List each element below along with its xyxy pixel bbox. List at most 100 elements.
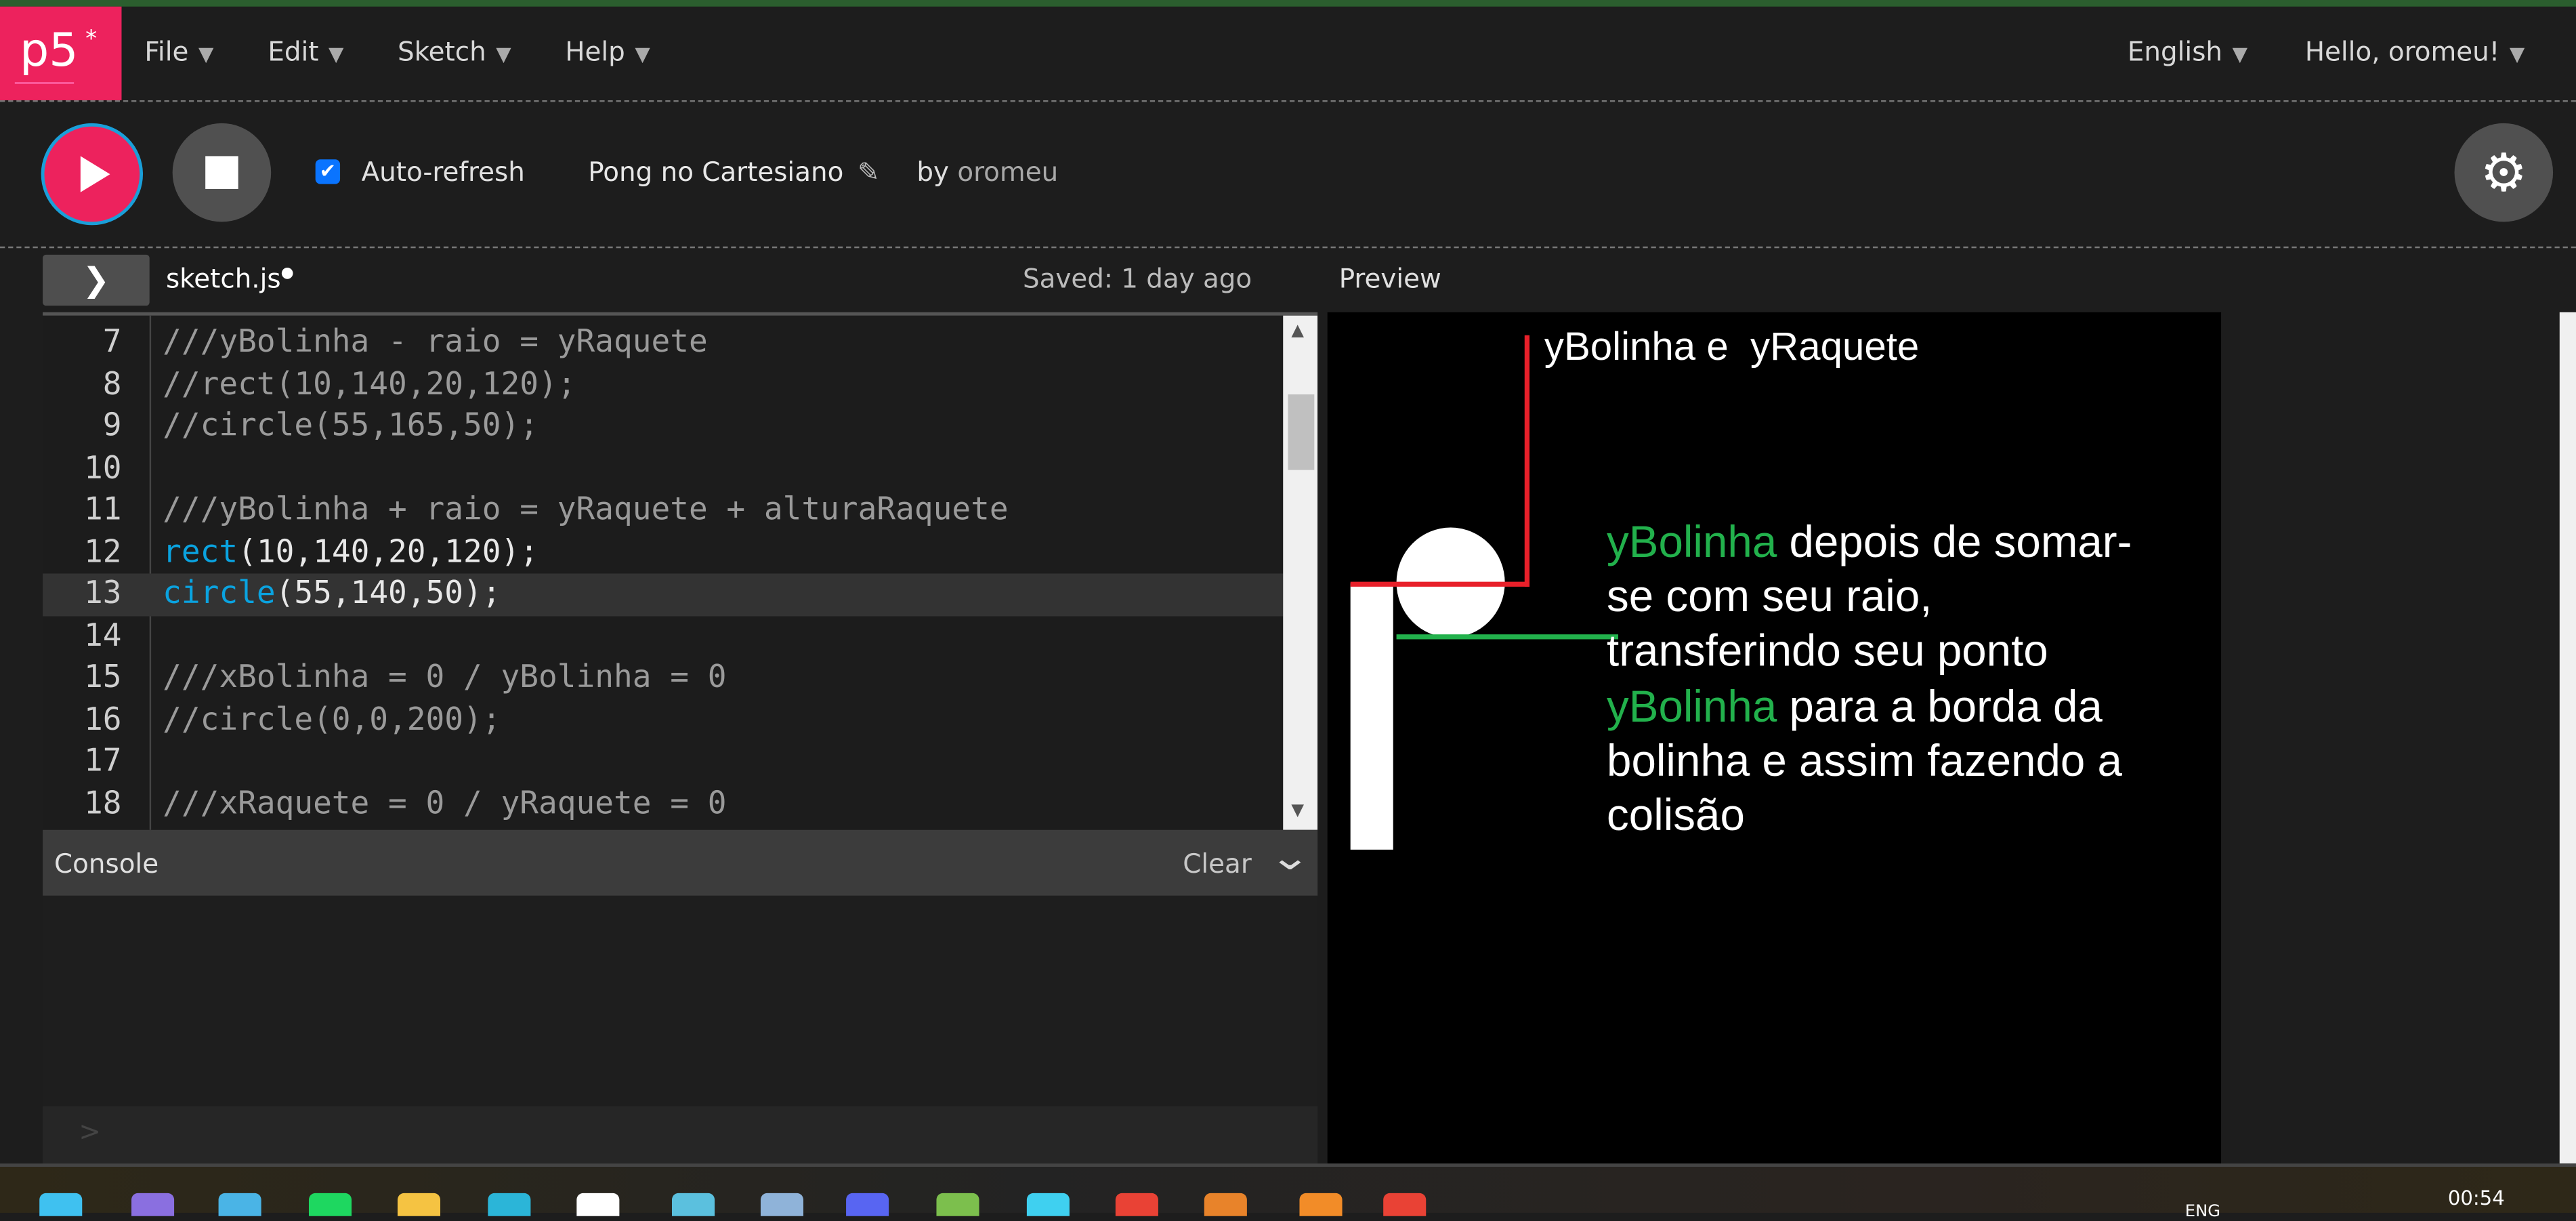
function-keyword: circle — [163, 575, 276, 612]
code-line[interactable]: 10 — [43, 448, 1283, 490]
taskbar-app-icon[interactable] — [308, 1193, 352, 1216]
sketch-title[interactable]: Pong no Cartesiano — [588, 156, 843, 187]
menu-help[interactable]: Help ▼ — [565, 36, 650, 67]
caret-down-icon: ▼ — [635, 43, 650, 66]
taskbar-app-icon[interactable] — [846, 1193, 889, 1216]
code-line[interactable]: 12 rect(10,140,20,120); — [43, 532, 1283, 574]
paragraph-line: yBolinha depois de somar- — [1607, 516, 2132, 571]
green-line — [1396, 634, 1619, 640]
console-prompt: > — [79, 1115, 101, 1147]
editor-scrollbar[interactable]: ▲ ▼ — [1283, 315, 1318, 830]
taskbar-app-icon[interactable] — [1204, 1193, 1247, 1216]
taskbar-app-icon[interactable] — [218, 1193, 261, 1216]
author-link[interactable]: oromeu — [957, 156, 1058, 187]
p5-editor-window: p5 * File ▼ Edit ▼ Sketch ▼ Help ▼ English ▼ H… — [0, 0, 2576, 1221]
code-line[interactable]: 18 ///xRaquete = 0 / yRaquete = 0 — [43, 783, 1283, 825]
taskbar-app-icon[interactable] — [936, 1193, 979, 1216]
clock[interactable]: 00:54 — [2448, 1186, 2505, 1209]
taskbar-app-icon[interactable] — [397, 1193, 441, 1216]
line-number: 14 — [83, 617, 122, 654]
line-number: 8 — [102, 365, 122, 402]
code-text: rect(10,140,20,120); — [163, 532, 539, 574]
taskbar-app-icon[interactable] — [671, 1193, 715, 1216]
taskbar-app-icon[interactable] — [1383, 1193, 1427, 1216]
user-menu[interactable]: Hello, oromeu! ▼ — [2305, 36, 2525, 67]
code-args: (55,140,50); — [275, 575, 501, 612]
scrollbar-thumb[interactable] — [1288, 394, 1315, 470]
menu-edit[interactable]: Edit ▼ — [268, 36, 343, 67]
menu-label: Sketch — [397, 36, 486, 68]
file-tab-sketch-js[interactable]: sketch.js● — [166, 263, 294, 294]
divider — [0, 246, 2576, 249]
play-button[interactable] — [41, 123, 144, 226]
code-line[interactable]: 14 — [43, 615, 1283, 657]
menu-label: File — [144, 36, 189, 68]
code-text: circle(55,140,50); — [163, 573, 501, 615]
paragraph-line: transferindo seu ponto — [1607, 625, 2132, 680]
code-line[interactable]: 9 //circle(55,165,50); — [43, 406, 1283, 448]
taskbar-app-icon[interactable] — [131, 1193, 175, 1216]
line-number: 15 — [83, 659, 122, 695]
paddle-rect — [1350, 583, 1393, 850]
sketch-canvas[interactable]: yBolinha e yRaquete yBolinha depois de s… — [1327, 312, 2222, 1164]
console-input[interactable]: > — [43, 1106, 1318, 1164]
paragraph-line: bolinha e assim fazendo a — [1607, 734, 2132, 789]
taskbar-app-icon[interactable] — [1026, 1193, 1070, 1216]
text-segment: se com seu raio, — [1607, 572, 1933, 622]
console-title: Console — [54, 848, 159, 879]
taskbar-app-icon[interactable] — [39, 1193, 83, 1216]
code-editor[interactable]: 7 ///yBolinha - raio = yRaquete 8 //rect(10… — [43, 312, 1318, 830]
windows-taskbar: 00:54 ENG — [0, 1163, 2576, 1221]
taskbar-app-icon[interactable] — [1299, 1193, 1343, 1216]
taskbar-app-icon[interactable] — [1115, 1193, 1158, 1216]
text-segment: transferindo seu ponto — [1607, 627, 2048, 676]
taskbar-app-icon[interactable] — [488, 1193, 531, 1216]
line-number: 12 — [83, 533, 122, 570]
taskbar-app-icon[interactable] — [576, 1193, 620, 1216]
code-line[interactable]: 7 ///yBolinha - raio = yRaquete — [43, 322, 1283, 364]
menu-sketch[interactable]: Sketch ▼ — [398, 36, 511, 67]
menu-file[interactable]: File ▼ — [144, 36, 213, 67]
code-line[interactable]: 13 circle(55,140,50); — [43, 573, 1284, 616]
text-segment: para a borda da — [1777, 681, 2103, 731]
line-number: 11 — [83, 491, 122, 528]
auto-refresh-checkbox[interactable]: ✔ — [315, 159, 341, 184]
line-number: 16 — [83, 701, 122, 737]
caret-down-icon: ▼ — [2509, 43, 2525, 66]
language-menu[interactable]: English ▼ — [2128, 36, 2247, 67]
text-segment: colisão — [1607, 790, 1745, 840]
code-text: //rect(10,140,20,120); — [163, 365, 576, 402]
code-line[interactable]: 17 — [43, 741, 1283, 783]
highlight-word: yBolinha — [1607, 518, 1777, 567]
code-text: ///xBolinha = 0 / yBolinha = 0 — [163, 659, 727, 695]
logo-text: p5 — [20, 22, 79, 77]
scroll-down-arrow-icon[interactable]: ▼ — [1291, 802, 1304, 821]
divider — [0, 100, 2576, 102]
page-scrollbar[interactable] — [2559, 312, 2576, 1164]
code-line[interactable]: 15 ///xBolinha = 0 / yBolinha = 0 — [43, 657, 1283, 699]
stop-button[interactable] — [172, 123, 272, 222]
console-output — [43, 895, 1318, 1106]
annotation-top: yBolinha e yRaquete — [1544, 325, 1920, 370]
line-number: 9 — [102, 407, 122, 444]
by-label: by — [916, 156, 949, 188]
paragraph-line: se com seu raio, — [1607, 571, 2132, 625]
menu-label: Help — [565, 36, 625, 68]
console-clear-button[interactable]: Clear — [1183, 848, 1251, 879]
code-line[interactable]: 8 //rect(10,140,20,120); — [43, 364, 1283, 406]
line-number: 17 — [83, 743, 122, 779]
sidebar-toggle-chevron-right-icon[interactable]: ❯ — [43, 254, 150, 306]
p5-logo[interactable]: p5 * — [0, 6, 122, 100]
line-number: 7 — [102, 323, 122, 360]
code-line[interactable]: 16 //circle(0,0,200); — [43, 699, 1283, 741]
pencil-icon[interactable]: ✎ — [858, 156, 880, 187]
console-header: Console Clear ⌄ — [43, 829, 1318, 896]
collapse-chevron-down-icon[interactable]: ⌄ — [1269, 838, 1311, 879]
red-horizontal-line — [1350, 581, 1530, 587]
auto-refresh-label: Auto-refresh — [361, 156, 525, 188]
settings-gear-icon[interactable]: ⚙ — [2454, 123, 2554, 222]
scroll-up-arrow-icon[interactable]: ▲ — [1291, 322, 1304, 340]
language-indicator[interactable]: ENG — [2185, 1203, 2220, 1221]
taskbar-app-icon[interactable] — [760, 1193, 804, 1216]
code-line[interactable]: 11 ///yBolinha + raio = yRaquete + altura… — [43, 490, 1283, 532]
